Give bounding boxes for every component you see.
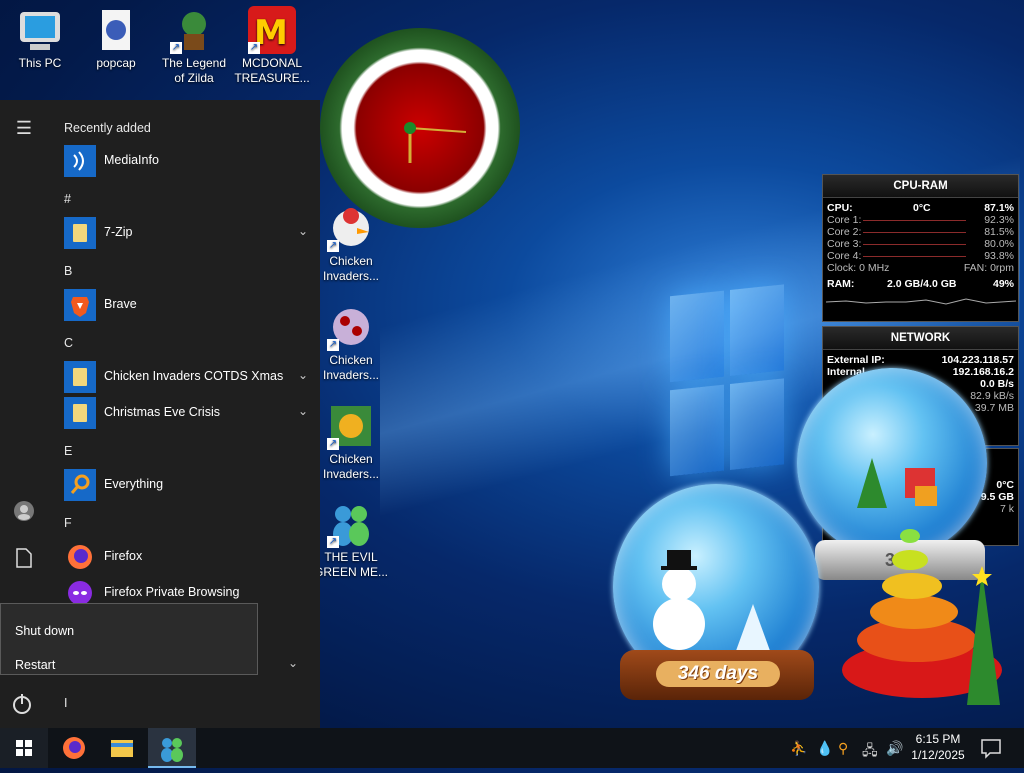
action-center-button[interactable] bbox=[970, 728, 1010, 768]
folder-icon bbox=[64, 361, 96, 393]
cpu-row: CPU: 0°C 87.1% bbox=[827, 202, 1014, 214]
windows-logo-wallpaper bbox=[670, 284, 790, 487]
section-hash[interactable]: # bbox=[64, 192, 71, 206]
app-firefox[interactable]: Firefox bbox=[62, 540, 312, 574]
ram-graph bbox=[825, 298, 1017, 305]
desktop-icon-mcdonal[interactable]: M ↗ MCDONAL TREASURE... bbox=[234, 6, 310, 86]
network-icon[interactable]: 🖧 bbox=[862, 740, 878, 764]
taskbar: ⛹ 💧 ⚲ 🖧 🔊 6:15 PM 1/12/2025 bbox=[0, 728, 1024, 768]
desktop-icon-chicken-2[interactable]: ↗ Chicken Invaders... bbox=[313, 303, 389, 383]
taskbar-messenger[interactable] bbox=[148, 728, 196, 768]
zilda-icon: ↗ bbox=[170, 6, 218, 54]
desktop-icon-evil-green[interactable]: ↗ THE EVIL GREEN ME... bbox=[313, 500, 389, 580]
messenger-icon bbox=[161, 738, 183, 762]
chevron-down-icon[interactable]: ⌄ bbox=[288, 656, 298, 670]
ram-row: RAM: 2.0 GB/4.0 GB 49% bbox=[827, 278, 1014, 290]
desktop-icon-this-pc[interactable]: This PC bbox=[2, 6, 78, 71]
hamburger-menu-icon[interactable]: ☰ bbox=[12, 116, 36, 140]
brave-icon bbox=[64, 289, 96, 321]
section-i[interactable]: I bbox=[64, 696, 67, 710]
start-menu: ☰ Recently added MediaInfo # 7-Zip ⌄ B B… bbox=[0, 100, 320, 728]
cpu-ram-gadget[interactable]: CPU-RAM CPU: 0°C 87.1% Core 1: 92.3% Core… bbox=[822, 174, 1019, 322]
core-row: Core 1: 92.3% bbox=[827, 214, 1014, 226]
desktop-icon-legend-zilda[interactable]: ↗ The Legend of Zilda bbox=[156, 6, 232, 86]
firefox-icon bbox=[64, 541, 96, 573]
folder-icon bbox=[111, 740, 133, 757]
clock[interactable]: 6:15 PM 1/12/2025 bbox=[906, 731, 970, 763]
mcdonalds-icon: M ↗ bbox=[248, 6, 296, 54]
snow-globe-days-base: 346 days bbox=[620, 650, 814, 700]
chicken-icon: ↗ bbox=[327, 204, 375, 252]
network-title: NETWORK bbox=[823, 327, 1018, 350]
days-counter: 346 days bbox=[656, 661, 780, 687]
section-f[interactable]: F bbox=[64, 516, 72, 530]
everything-tray-icon[interactable]: ⚲ bbox=[838, 740, 848, 757]
taskbar-firefox[interactable] bbox=[50, 728, 98, 768]
magnifier-icon bbox=[64, 469, 96, 501]
messenger-icon: ↗ bbox=[327, 500, 375, 548]
spiral-tree-icon[interactable] bbox=[832, 500, 1022, 722]
section-b[interactable]: B bbox=[64, 264, 72, 278]
popcap-icon bbox=[92, 6, 140, 54]
folder-icon bbox=[64, 397, 96, 429]
clock-date: 1/12/2025 bbox=[911, 748, 965, 762]
people-tray-icon[interactable]: ⛹ bbox=[790, 740, 807, 757]
core-row: Core 3: 80.0% bbox=[827, 238, 1014, 250]
chevron-down-icon[interactable]: ⌄ bbox=[298, 404, 308, 418]
core-row: Core 4: 93.8% bbox=[827, 250, 1014, 262]
windows-icon bbox=[16, 740, 32, 756]
desktop-icon-popcap[interactable]: popcap bbox=[78, 6, 154, 71]
power-menu: Shut down Restart bbox=[0, 603, 258, 675]
folder-icon bbox=[64, 217, 96, 249]
section-c[interactable]: C bbox=[64, 336, 73, 350]
notification-icon bbox=[981, 739, 1001, 759]
external-ip-row: External IP: 104.223.118.57 bbox=[827, 354, 1014, 366]
desktop-icon-chicken-3[interactable]: ↗ Chicken Invaders... bbox=[313, 402, 389, 482]
recently-added-header: Recently added bbox=[64, 121, 151, 135]
user-avatar-icon[interactable] bbox=[12, 500, 36, 524]
chevron-down-icon[interactable]: ⌄ bbox=[298, 368, 308, 382]
section-e[interactable]: E bbox=[64, 444, 72, 458]
chicken-icon: ↗ bbox=[327, 303, 375, 351]
power-icon[interactable] bbox=[10, 692, 34, 716]
taskbar-file-explorer[interactable] bbox=[98, 728, 146, 768]
restart-option[interactable]: Restart bbox=[15, 658, 55, 672]
documents-icon[interactable] bbox=[12, 548, 36, 572]
mediainfo-icon bbox=[64, 145, 96, 177]
chevron-down-icon[interactable]: ⌄ bbox=[298, 224, 308, 238]
app-christmas-eve-crisis[interactable]: Christmas Eve Crisis ⌄ bbox=[62, 396, 312, 430]
shut-down-option[interactable]: Shut down bbox=[15, 624, 74, 638]
chicken-icon: ↗ bbox=[327, 402, 375, 450]
app-mediainfo[interactable]: MediaInfo bbox=[62, 144, 312, 178]
app-chicken-invaders-cotds[interactable]: Chicken Invaders COTDS Xmas ⌄ bbox=[62, 360, 312, 394]
core-row: Core 2: 81.5% bbox=[827, 226, 1014, 238]
desktop-icon-chicken-1[interactable]: ↗ Chicken Invaders... bbox=[313, 204, 389, 284]
app-brave[interactable]: Brave bbox=[62, 288, 312, 322]
computer-icon bbox=[16, 6, 64, 54]
start-button[interactable] bbox=[0, 728, 48, 768]
firefox-icon bbox=[63, 737, 85, 759]
app-everything[interactable]: Everything bbox=[62, 468, 312, 502]
volume-icon[interactable]: 🔊 bbox=[886, 740, 903, 757]
christmas-clock-gadget[interactable] bbox=[320, 28, 520, 228]
clock-fan-row: Clock: 0 MHz FAN: 0rpm bbox=[827, 262, 1014, 274]
clock-time: 6:15 PM bbox=[915, 732, 961, 746]
clock-hands-icon bbox=[404, 122, 467, 163]
droplet-icon[interactable]: 💧 bbox=[816, 740, 833, 757]
cpu-ram-title: CPU-RAM bbox=[823, 175, 1018, 198]
app-7zip[interactable]: 7-Zip ⌄ bbox=[62, 216, 312, 250]
